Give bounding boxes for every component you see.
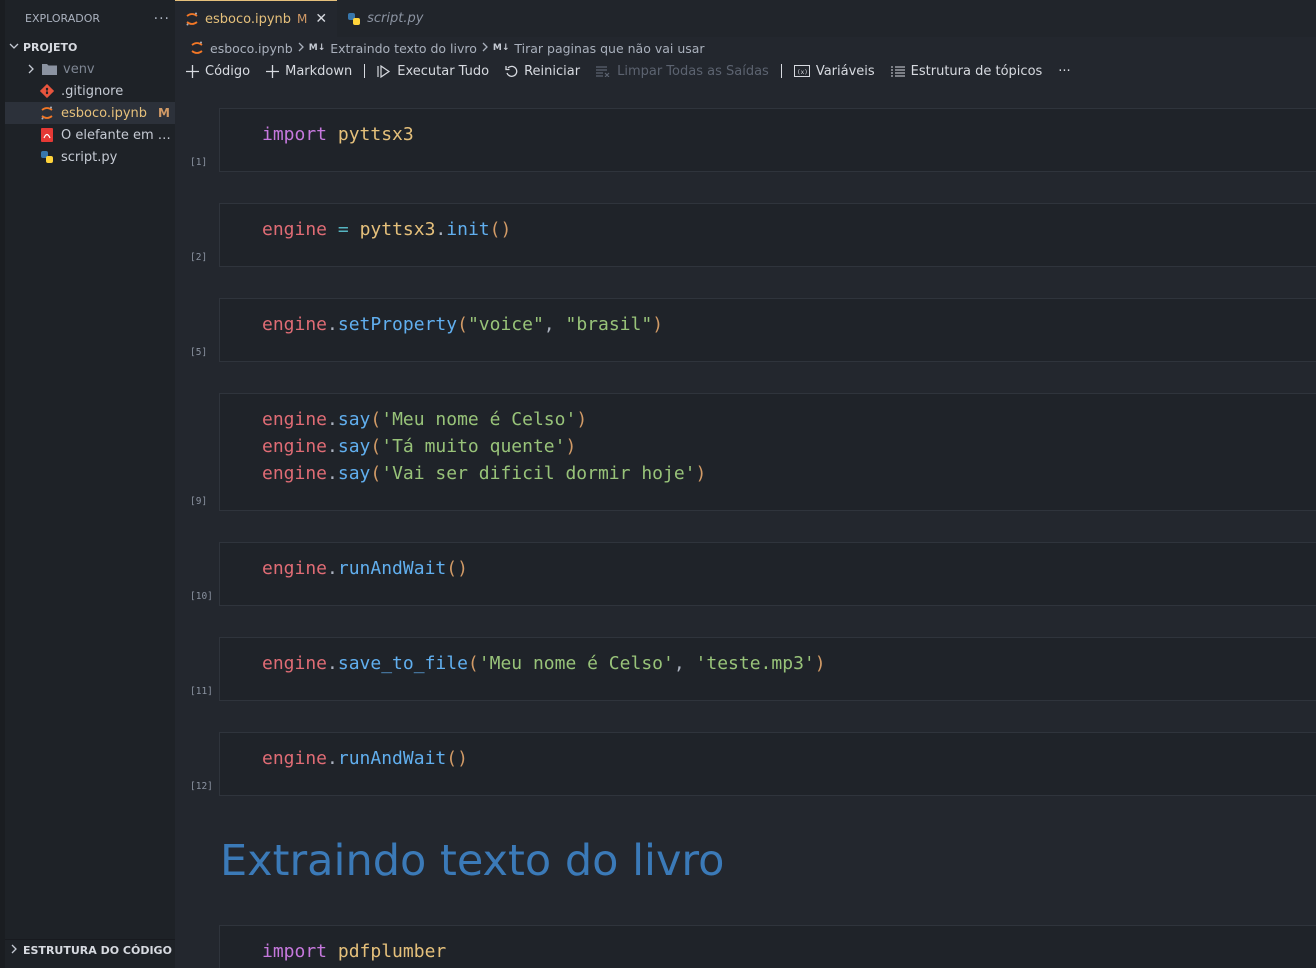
git-icon bbox=[39, 83, 55, 99]
close-icon[interactable]: ✕ bbox=[315, 11, 327, 27]
code-cell[interactable]: engine.say('Meu nome é Celso') engine.sa… bbox=[219, 393, 1316, 511]
execution-count: [11] bbox=[190, 686, 213, 697]
run-all-icon bbox=[377, 64, 391, 78]
tab-script[interactable]: script.py bbox=[337, 0, 433, 37]
modified-badge: M bbox=[158, 106, 170, 120]
execution-count: [9] bbox=[190, 496, 208, 507]
restart-icon bbox=[505, 65, 518, 78]
list-icon bbox=[890, 65, 905, 77]
jupyter-icon bbox=[39, 105, 55, 121]
project-section-header[interactable]: PROJETO bbox=[5, 37, 175, 57]
breadcrumb-subsection[interactable]: Tirar paginas que não vai usar bbox=[514, 41, 704, 56]
vscode-window: EXPLORADOR ··· PROJETO venv .gitignore e… bbox=[0, 0, 1316, 968]
more-icon: ··· bbox=[1058, 63, 1071, 79]
markdown-heading[interactable]: Extraindo texto do livro bbox=[220, 836, 724, 886]
toolbar-divider bbox=[364, 64, 366, 78]
breadcrumb-file[interactable]: esboco.ipynb bbox=[210, 41, 293, 56]
cell-editor[interactable]: engine.say('Meu nome é Celso') engine.sa… bbox=[262, 406, 706, 487]
markdown-icon: M↓ bbox=[308, 43, 326, 53]
chevron-right-icon bbox=[481, 41, 489, 55]
more-actions-button[interactable]: ··· bbox=[1058, 64, 1070, 79]
restart-label: Reiniciar bbox=[524, 63, 581, 79]
tab-label: esboco.ipynb bbox=[205, 11, 292, 27]
notebook-toolbar: Código Markdown Executar Tudo Reiniciar bbox=[186, 60, 1087, 82]
markdown-icon: M↓ bbox=[492, 43, 510, 53]
tree-item-label: .gitignore bbox=[61, 83, 124, 99]
modified-badge: M bbox=[297, 12, 308, 26]
tree-item-label: esboco.ipynb bbox=[61, 105, 148, 121]
add-markdown-label: Markdown bbox=[285, 63, 353, 79]
svg-text:(x): (x) bbox=[797, 69, 808, 76]
explorer-header: EXPLORADOR ··· bbox=[25, 0, 170, 37]
tab-label: script.py bbox=[367, 11, 424, 26]
explorer-more-button[interactable]: ··· bbox=[154, 11, 170, 27]
add-markdown-button[interactable]: Markdown bbox=[266, 64, 352, 79]
cell-editor[interactable]: engine.save_to_file('Meu nome é Celso', … bbox=[262, 650, 826, 677]
tree-item-esboco[interactable]: esboco.ipynb M bbox=[5, 102, 175, 124]
code-cell[interactable]: engine.runAndWait() bbox=[219, 732, 1316, 796]
tree-item-label: O elefante em ap... bbox=[61, 127, 171, 143]
tree-item-script[interactable]: script.py bbox=[5, 146, 175, 168]
cell-editor[interactable]: engine.runAndWait() bbox=[262, 555, 468, 582]
clear-outputs-label: Limpar Todas as Saídas bbox=[617, 63, 769, 79]
code-cell[interactable]: engine = pyttsx3.init() bbox=[219, 203, 1316, 267]
explorer-title: EXPLORADOR bbox=[25, 12, 101, 25]
project-label: PROJETO bbox=[23, 40, 78, 54]
add-code-button[interactable]: Código bbox=[186, 64, 250, 79]
tree-item-label: script.py bbox=[61, 149, 118, 165]
execution-count: [5] bbox=[190, 347, 208, 358]
outline-label: ESTRUTURA DO CÓDIGO bbox=[23, 944, 172, 957]
clear-all-icon bbox=[596, 65, 611, 77]
explorer-sidebar: EXPLORADOR ··· PROJETO venv .gitignore e… bbox=[0, 0, 175, 968]
toolbar-divider bbox=[780, 64, 782, 78]
chevron-right-icon bbox=[5, 944, 23, 957]
plus-icon bbox=[186, 64, 199, 78]
run-all-label: Executar Tudo bbox=[397, 63, 490, 79]
tab-bar: esboco.ipynb M ✕ script.py bbox=[175, 0, 1316, 37]
cell-editor[interactable]: engine = pyttsx3.init() bbox=[262, 216, 511, 243]
cell-editor[interactable]: engine.runAndWait() bbox=[262, 745, 468, 772]
tree-item-venv[interactable]: venv bbox=[5, 58, 175, 80]
execution-count: [1] bbox=[190, 157, 208, 168]
clear-outputs-button[interactable]: Limpar Todas as Saídas bbox=[596, 64, 769, 79]
cell-editor[interactable]: engine.setProperty("voice", "brasil") bbox=[262, 311, 663, 338]
jupyter-icon bbox=[190, 41, 204, 55]
chevron-right-icon bbox=[23, 61, 39, 77]
breadcrumb: esboco.ipynb M↓ Extraindo texto do livro… bbox=[190, 38, 705, 58]
outline-label: Estrutura de tópicos bbox=[910, 63, 1043, 79]
variables-label: Variáveis bbox=[815, 63, 875, 79]
execution-count: [2] bbox=[190, 252, 208, 263]
execution-count: [12] bbox=[190, 781, 213, 792]
code-cell[interactable]: import pyttsx3 bbox=[219, 108, 1316, 172]
tree-item-label: venv bbox=[63, 61, 95, 77]
add-code-label: Código bbox=[205, 63, 251, 79]
code-cell[interactable]: import pdfplumber bbox=[219, 925, 1316, 968]
plus-icon bbox=[266, 64, 280, 78]
tab-esboco[interactable]: esboco.ipynb M ✕ bbox=[175, 0, 338, 37]
restart-button[interactable]: Reiniciar bbox=[505, 64, 580, 79]
python-icon bbox=[39, 149, 55, 165]
variables-icon: (x) bbox=[793, 65, 810, 77]
cell-editor[interactable]: import pdfplumber bbox=[262, 938, 446, 965]
code-cell[interactable]: engine.save_to_file('Meu nome é Celso', … bbox=[219, 637, 1316, 701]
python-icon bbox=[347, 12, 361, 26]
tree-item-gitignore[interactable]: .gitignore bbox=[5, 80, 175, 102]
breadcrumb-section[interactable]: Extraindo texto do livro bbox=[330, 41, 477, 56]
variables-button[interactable]: (x) Variáveis bbox=[793, 63, 875, 79]
pdf-icon bbox=[39, 127, 55, 143]
chevron-right-icon bbox=[297, 41, 305, 55]
chevron-down-icon bbox=[5, 41, 23, 54]
jupyter-icon bbox=[185, 12, 199, 26]
outline-section-header[interactable]: ESTRUTURA DO CÓDIGO bbox=[5, 939, 175, 961]
tree-item-pdf[interactable]: O elefante em ap... bbox=[5, 124, 175, 146]
code-cell[interactable]: engine.runAndWait() bbox=[219, 542, 1316, 606]
folder-icon bbox=[41, 61, 57, 77]
code-cell[interactable]: engine.setProperty("voice", "brasil") bbox=[219, 298, 1316, 362]
cell-editor[interactable]: import pyttsx3 bbox=[262, 121, 414, 148]
run-all-button[interactable]: Executar Tudo bbox=[377, 64, 489, 79]
outline-button[interactable]: Estrutura de tópicos bbox=[890, 63, 1043, 79]
execution-count: [10] bbox=[190, 591, 213, 602]
